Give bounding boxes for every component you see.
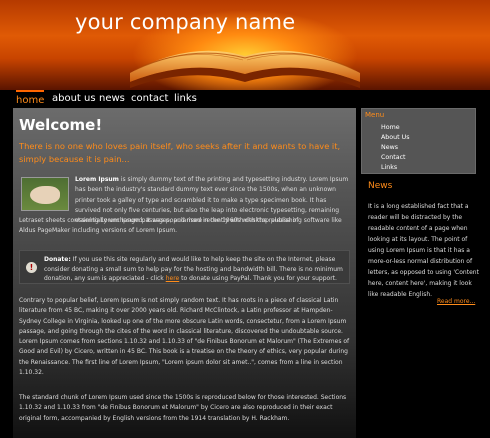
feet-image [21, 177, 69, 211]
menu-item-news[interactable]: News [381, 144, 398, 151]
menu-item-home[interactable]: Home [381, 124, 400, 131]
menu-item-about-us[interactable]: About Us [381, 134, 410, 141]
read-more-link[interactable]: Read more... [437, 298, 475, 305]
donate-box: ! Donate: If you use this site regularly… [19, 250, 350, 284]
alert-icon: ! [26, 262, 37, 273]
nav-home[interactable]: home [16, 90, 45, 108]
site-title: your company name [75, 10, 296, 34]
donate-text: Donate: If you use this site regularly a… [44, 255, 347, 284]
nav-about-us[interactable]: about us [52, 90, 96, 108]
paragraph-1: Contrary to popular belief, Lorem Ipsum … [19, 297, 350, 377]
intro-bold: Lorem Ipsum [75, 176, 119, 183]
header-banner: your company name [0, 0, 490, 90]
donate-link[interactable]: here [166, 275, 180, 282]
menu-item-contact[interactable]: Contact [381, 154, 406, 161]
sidebar-menu: Menu Home About Us News Contact Links [361, 108, 476, 174]
nav-links[interactable]: links [174, 90, 197, 108]
page-title: Welcome! [19, 116, 103, 134]
intro-text-continued: Letraset sheets containing Lorem Ipsum p… [19, 217, 342, 235]
news-title: News [368, 181, 393, 191]
nav-news[interactable]: news [99, 90, 125, 108]
nav-contact[interactable]: contact [131, 90, 168, 108]
news-text: It is a long established fact that a rea… [368, 203, 479, 298]
main-nav: home about us news contact links [0, 90, 490, 108]
main-content: Welcome! There is no one who loves pain … [13, 108, 356, 438]
donate-text-2: to donate using PayPal. Thank you for yo… [179, 275, 337, 282]
paragraph-2: The standard chunk of Lorem Ipsum used s… [19, 394, 347, 422]
menu-item-links[interactable]: Links [381, 164, 397, 171]
menu-title: Menu [365, 111, 385, 119]
tagline: There is no one who loves pain itself, w… [19, 141, 341, 164]
donate-label: Donate: [44, 256, 71, 263]
